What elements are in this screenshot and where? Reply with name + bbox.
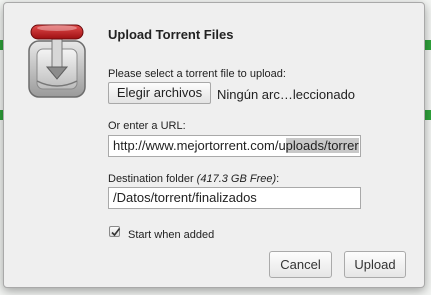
destination-label: Destination folder (417.3 GB Free): (108, 173, 279, 185)
choose-files-button[interactable]: Elegir archivos (108, 82, 211, 104)
upload-button[interactable]: Upload (344, 251, 406, 278)
destination-folder-input[interactable]: /Datos/torrent/finalizados (108, 187, 361, 209)
start-when-added-checkbox[interactable] (109, 226, 121, 237)
transmission-logo-icon (25, 19, 91, 99)
start-when-added-label: Start when added (128, 229, 215, 241)
url-input-text: http://www.mejortorrent.com/u (113, 138, 286, 153)
cancel-button[interactable]: Cancel (269, 251, 332, 278)
upload-torrent-dialog: Upload Torrent Files Please select a tor… (3, 2, 425, 288)
destination-label-text: Destination folder (108, 173, 194, 185)
url-label: Or enter a URL: (108, 120, 186, 132)
background-edge (425, 110, 431, 120)
destination-label-colon: : (276, 173, 280, 185)
url-input-selected-text: ploads/torrer (285, 138, 359, 153)
check-icon (111, 228, 121, 237)
background-edge (425, 40, 431, 50)
dialog-title: Upload Torrent Files (108, 27, 234, 42)
destination-folder-text: /Datos/torrent/finalizados (113, 190, 257, 205)
file-status-text: Ningún arc…leccionado (217, 87, 356, 102)
select-file-label: Please select a torrent file to upload: (108, 68, 286, 80)
destination-free-space: (417.3 GB Free) (196, 173, 277, 185)
url-input[interactable]: http://www.mejortorrent.com/uploads/torr… (108, 135, 361, 157)
